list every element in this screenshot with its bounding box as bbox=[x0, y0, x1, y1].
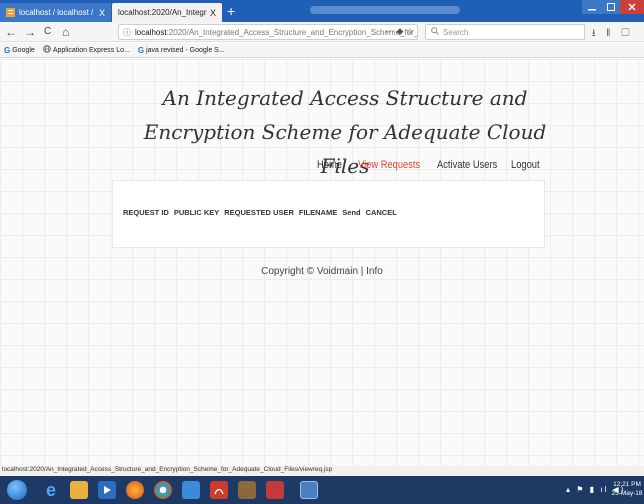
browser-titlebar: localhost / localhost / multiker X local… bbox=[0, 0, 644, 22]
bookmark-google[interactable]: G Google bbox=[4, 46, 35, 55]
tab-label: localhost / localhost / multiker bbox=[19, 8, 96, 17]
maximize-button[interactable] bbox=[602, 0, 620, 14]
taskbar: e ▴ ⚑ ▮ ıl ◀) 12:21 PM 25-May-18 bbox=[0, 476, 644, 504]
internet-explorer-icon[interactable]: e bbox=[42, 480, 60, 500]
col-public-key: PUBLIC KEY bbox=[173, 208, 220, 217]
requests-panel: REQUEST ID PUBLIC KEY REQUESTED USER FIL… bbox=[112, 180, 545, 248]
url-host: localhost bbox=[135, 27, 167, 37]
status-url: localhost:2020/An_Integrated_Access_Stru… bbox=[0, 466, 644, 476]
google-icon: G bbox=[137, 45, 145, 55]
database-icon bbox=[6, 8, 15, 17]
netbeans-icon[interactable] bbox=[266, 481, 284, 499]
url-action-icons[interactable]: ··· ◆ ☆ bbox=[385, 26, 414, 37]
col-filename: FILENAME bbox=[298, 208, 338, 217]
search-input[interactable]: Search bbox=[425, 24, 585, 40]
forward-button[interactable]: → bbox=[24, 25, 36, 39]
menu-logout-link[interactable]: Logout bbox=[511, 159, 540, 171]
start-button[interactable] bbox=[6, 479, 28, 501]
reload-button[interactable]: C bbox=[44, 25, 51, 39]
new-tab-button[interactable]: + bbox=[227, 3, 235, 19]
clock[interactable]: 12:21 PM 25-May-18 bbox=[610, 480, 644, 498]
close-tab-icon[interactable]: X bbox=[99, 8, 105, 18]
tab-label: localhost:2020/An_Integrated_Acce bbox=[118, 8, 207, 17]
pdf-reader-icon[interactable] bbox=[210, 481, 228, 499]
file-explorer-icon[interactable] bbox=[70, 481, 88, 499]
close-tab-icon[interactable]: X bbox=[210, 8, 216, 18]
bookmarks-bar: G Google Application Express Lo... G jav… bbox=[0, 43, 644, 58]
info-icon[interactable]: ⓘ bbox=[123, 27, 131, 38]
col-send: Send bbox=[342, 208, 361, 217]
firefox-icon[interactable] bbox=[126, 481, 144, 499]
clock-time: 12:21 PM bbox=[613, 481, 641, 488]
bookmark-label: Application Express Lo... bbox=[52, 46, 130, 54]
tab-localhost-phpmyadmin[interactable]: localhost / localhost / multiker X bbox=[0, 3, 112, 22]
java-app-icon[interactable] bbox=[238, 481, 256, 499]
page-footer: Copyright © Voidmain | Info bbox=[261, 266, 383, 277]
col-request-id: REQUEST ID bbox=[123, 208, 169, 217]
minimize-button[interactable] bbox=[582, 0, 602, 14]
bookmark-java-revised[interactable]: G java revised - Google S... bbox=[138, 46, 225, 55]
globe-icon bbox=[43, 45, 51, 55]
search-placeholder: Search bbox=[443, 27, 469, 37]
bookmark-label: Google bbox=[12, 46, 35, 54]
col-cancel: CANCEL bbox=[365, 208, 397, 217]
menu-view-requests-link[interactable]: View Requests bbox=[358, 159, 420, 171]
navigation-bar: ← → C ⌂ ⓘ localhost :2020/An_Integrated_… bbox=[0, 22, 644, 54]
close-window-button[interactable] bbox=[620, 0, 644, 14]
media-player-icon[interactable] bbox=[98, 481, 116, 499]
address-bar[interactable]: ⓘ localhost :2020/An_Integrated_Access_S… bbox=[118, 24, 418, 40]
url-path: :2020/An_Integrated_Access_Structure_and… bbox=[166, 27, 418, 37]
bookmark-application-express[interactable]: Application Express Lo... bbox=[43, 45, 130, 55]
search-icon bbox=[431, 27, 439, 37]
home-button[interactable]: ⌂ bbox=[62, 25, 69, 39]
menu-home-link[interactable]: Home bbox=[317, 159, 342, 171]
col-requested-user: REQUESTED USER bbox=[224, 208, 294, 217]
menu-activate-users-link[interactable]: Activate Users bbox=[437, 159, 497, 171]
bookmark-label: java revised - Google S... bbox=[146, 46, 225, 54]
back-button[interactable]: ← bbox=[5, 25, 17, 39]
tab-integrated-access[interactable]: localhost:2020/An_Integrated_Acce X bbox=[112, 3, 222, 22]
window-title-blurred bbox=[310, 6, 460, 14]
clock-date: 25-May-18 bbox=[611, 490, 643, 497]
window-app-icon[interactable] bbox=[182, 481, 200, 499]
google-icon: G bbox=[4, 45, 11, 55]
web-page: An Integrated Access Structure and Encry… bbox=[0, 59, 644, 466]
requests-table-header: REQUEST ID PUBLIC KEY REQUESTED USER FIL… bbox=[123, 208, 402, 217]
chrome-icon[interactable] bbox=[154, 481, 172, 499]
browser-window-icon[interactable] bbox=[300, 481, 318, 499]
